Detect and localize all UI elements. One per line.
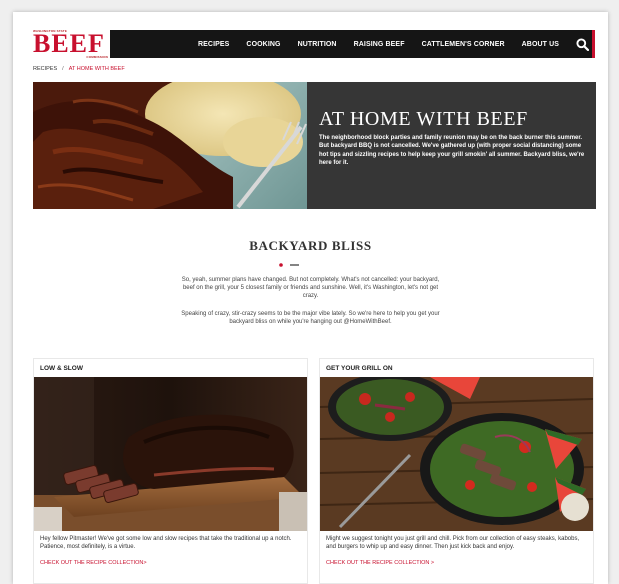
breadcrumb-recipes[interactable]: RECIPES [33, 66, 57, 72]
recipe-collection-link[interactable]: CHECK OUT THE RECIPE COLLECTION> [40, 560, 147, 566]
nav-raising-beef[interactable]: RAISING BEEF [354, 41, 405, 48]
card-heading: LOW & SLOW [40, 365, 83, 372]
nav-cattlemens-corner[interactable]: CATTLEMEN'S CORNER [422, 41, 505, 48]
search-icon[interactable] [575, 37, 589, 51]
brisket-photo[interactable] [34, 377, 307, 531]
title-divider [275, 256, 311, 267]
nav-nutrition[interactable]: NUTRITION [298, 41, 337, 48]
logo-word: BEEF [33, 29, 105, 58]
intro-paragraph-2: Speaking of crazy, stir-crazy seems to b… [181, 311, 440, 326]
beef-commission-logo[interactable]: WASHINGTON STATE BEEF COMMISSION [33, 29, 108, 61]
breadcrumb-current: AT HOME WITH BEEF [68, 66, 125, 72]
nav-about-us[interactable]: ABOUT US [522, 41, 559, 48]
page: WASHINGTON STATE BEEF COMMISSION RECIPES… [13, 12, 608, 584]
hero-title: AT HOME WITH BEEF [319, 108, 528, 130]
hero-banner: AT HOME WITH BEEF The neighborhood block… [33, 82, 596, 209]
breadcrumb-separator: / [62, 66, 64, 72]
card-description: Hey fellow Pitmaster! We've got some low… [40, 536, 292, 551]
hero-text-panel: AT HOME WITH BEEF The neighborhood block… [307, 82, 596, 209]
hero-description: The neighborhood block parties and famil… [319, 135, 585, 167]
nav-recipes[interactable]: RECIPES [198, 41, 229, 48]
card-description: Might we suggest tonight you just grill … [326, 536, 580, 551]
main-navigation: RECIPES COOKING NUTRITION RAISING BEEF C… [110, 30, 595, 58]
breadcrumb: RECIPES / AT HOME WITH BEEF [33, 66, 125, 72]
card-get-your-grill-on: GET YOUR GRILL ON Might we suggest tonig… [319, 358, 594, 584]
steak-salad-photo[interactable] [320, 377, 593, 531]
intro-paragraph-1: So, yeah, summer plans have changed. But… [181, 277, 440, 300]
hero-beef-photo [33, 82, 307, 209]
card-low-and-slow: LOW & SLOW Hey fellow Pitmaster! We've g… [33, 358, 308, 584]
section-title: BACKYARD BLISS [249, 238, 372, 253]
nav-cooking[interactable]: COOKING [246, 41, 280, 48]
nav-accent-bar [592, 30, 595, 58]
recipe-collection-link[interactable]: CHECK OUT THE RECIPE COLLECTION > [326, 560, 434, 566]
card-heading: GET YOUR GRILL ON [326, 365, 393, 372]
